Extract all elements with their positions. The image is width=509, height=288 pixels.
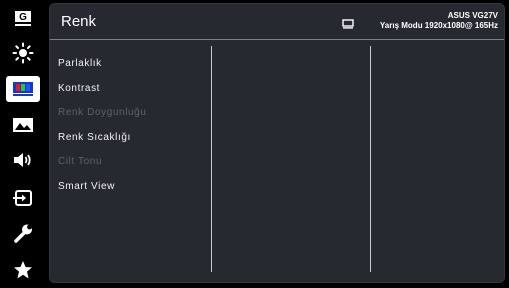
color-menu: Parlaklık Kontrast Renk Doygunluğu Renk … [58,56,208,204]
column-divider [211,46,212,272]
menu-item-saturation: Renk Doygunluğu [58,107,147,119]
osd-sidebar: G [0,0,46,288]
gameplus-icon[interactable]: G [6,6,40,32]
osd-header: Renk ASUS VG27V Yarış Modu 1920x1080@ 16… [50,4,504,40]
favorite-star-icon[interactable] [6,257,40,283]
menu-item-brightness[interactable]: Parlaklık [58,56,208,81]
svg-text:G: G [19,12,27,23]
mode-resolution: Yarış Modu 1920x1080@ 165Hz [379,21,498,30]
model-name: ASUS VG27V [447,11,498,20]
brightness-icon[interactable] [6,40,40,66]
monitor-icon [342,19,354,29]
menu-item-skin-tone: Cilt Tonu [58,156,103,168]
menu-item-smart-view[interactable]: Smart View [58,179,208,204]
image-icon[interactable] [6,112,40,138]
system-setup-icon[interactable] [6,220,40,246]
menu-item-contrast[interactable]: Kontrast [58,81,208,106]
color-icon[interactable] [6,76,40,102]
column-divider [370,46,371,272]
input-select-icon[interactable] [6,185,40,211]
page-title: Renk [61,13,97,30]
sound-icon[interactable] [6,147,40,173]
menu-item-color-temperature[interactable]: Renk Sıcaklığı [58,130,208,155]
model-info: ASUS VG27V Yarış Modu 1920x1080@ 165Hz [380,11,498,31]
osd-panel: Renk ASUS VG27V Yarış Modu 1920x1080@ 16… [49,3,505,283]
